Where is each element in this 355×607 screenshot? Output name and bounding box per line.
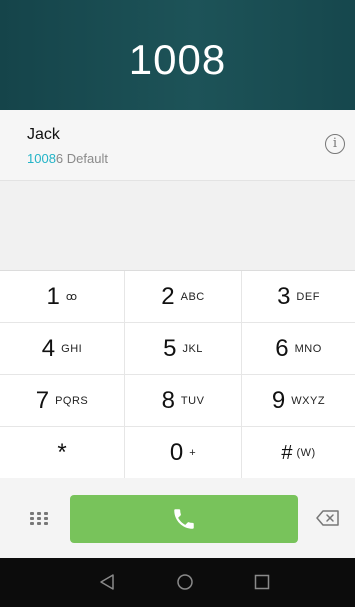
key-star[interactable]: * xyxy=(0,427,125,479)
contact-number-line: 10086 Default xyxy=(27,151,108,166)
key-9[interactable]: 9 WXYZ xyxy=(242,375,355,427)
key-1[interactable]: 1ꝏ xyxy=(0,271,125,323)
voicemail-icon: ꝏ xyxy=(65,291,78,303)
key-7[interactable]: 7 PQRS xyxy=(0,375,125,427)
dialpad-grid-icon[interactable] xyxy=(30,512,48,526)
key-5[interactable]: 5 JKL xyxy=(125,323,242,375)
key-0[interactable]: 0 + xyxy=(125,427,242,479)
number-label: Default xyxy=(63,151,108,166)
info-icon[interactable]: i xyxy=(325,134,345,154)
contact-suggestion[interactable]: Jack 10086 Default i xyxy=(0,110,355,181)
call-button[interactable] xyxy=(70,495,298,543)
empty-results-area xyxy=(0,181,355,270)
key-hash[interactable]: # (W) xyxy=(242,427,355,479)
key-3[interactable]: 3 DEF xyxy=(242,271,355,323)
key-8[interactable]: 8 TUV xyxy=(125,375,242,427)
matched-digits: 1008 xyxy=(27,151,56,166)
backspace-icon[interactable] xyxy=(316,510,340,526)
contact-name: Jack xyxy=(27,126,60,143)
square-recents-icon[interactable] xyxy=(253,573,271,591)
key-6[interactable]: 6 MNO xyxy=(242,323,355,375)
key-2[interactable]: 2 ABC xyxy=(125,271,242,323)
dialed-number[interactable]: 1008 xyxy=(0,36,355,84)
key-4[interactable]: 4 GHI xyxy=(0,323,125,375)
dialer-header: 1008 xyxy=(0,0,355,110)
dialpad: 1ꝏ 2 ABC 3 DEF 4 GHI 5 JKL 6 MNO 7 PQRS 8 TUV 9… xyxy=(0,270,355,479)
system-navigation-bar xyxy=(0,558,355,607)
call-action-bar xyxy=(0,478,355,558)
triangle-back-icon[interactable] xyxy=(98,573,116,591)
circle-home-icon[interactable] xyxy=(176,573,194,591)
phone-icon xyxy=(174,509,194,529)
